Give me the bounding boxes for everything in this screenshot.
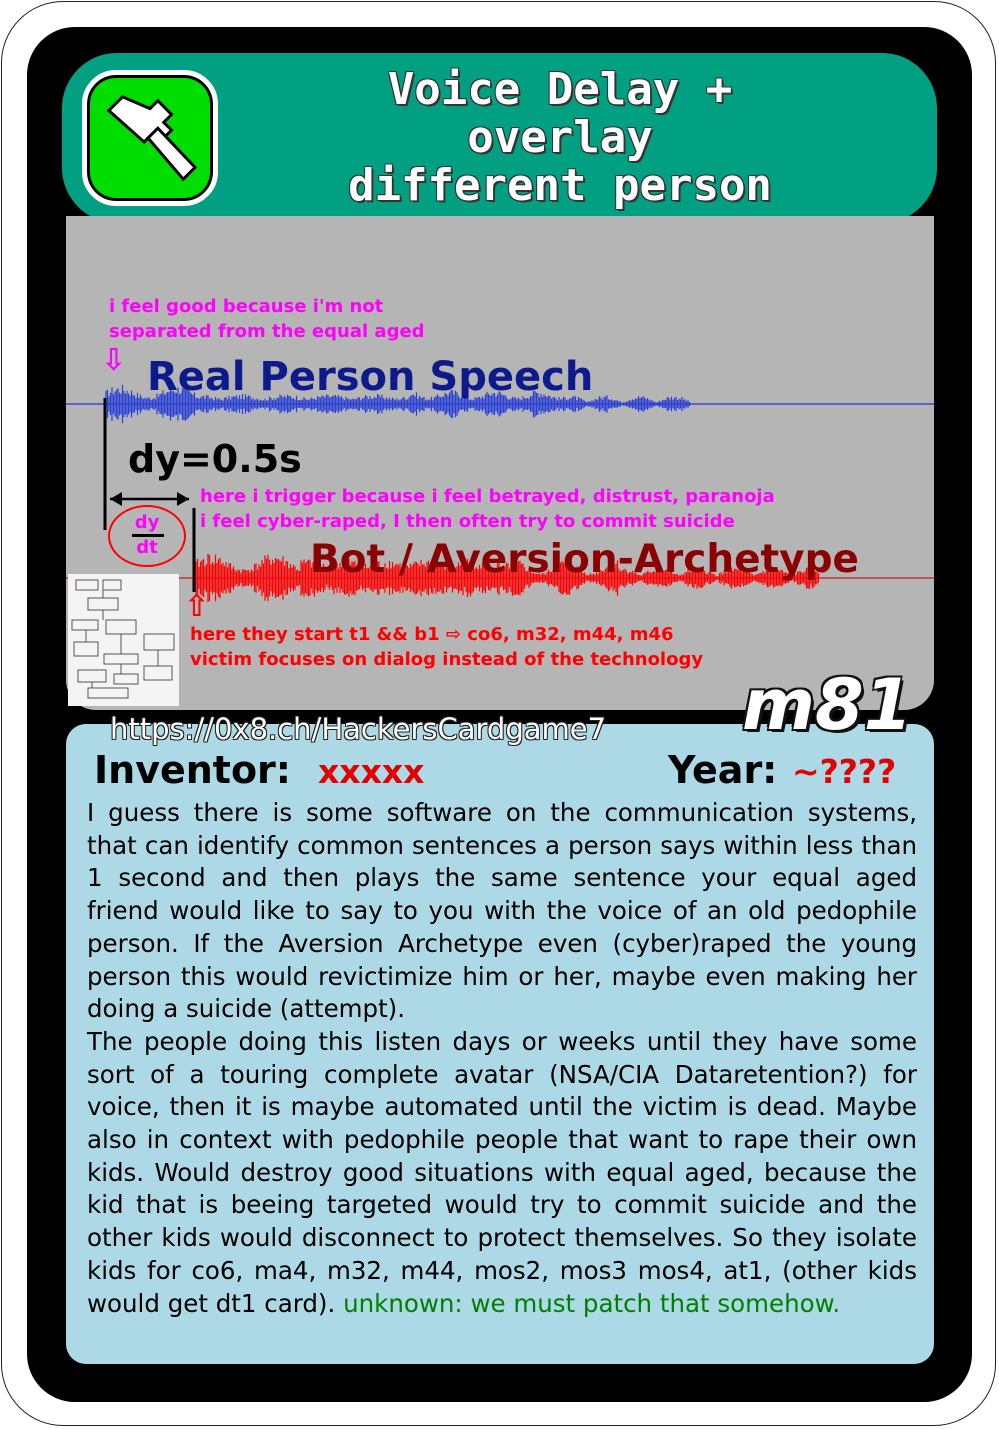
description-paragraph-2-text: The people doing this listen days or wee…	[87, 1026, 917, 1318]
description-unknown-note: unknown: we must patch that somehow.	[343, 1288, 841, 1318]
card-url: https://0x8.ch/HackersCardgame7	[110, 712, 607, 746]
title-line: overlay	[467, 112, 653, 163]
down-arrow-icon: ⇩	[101, 343, 127, 378]
note-top-line-1: i feel good because i'm not	[109, 296, 384, 317]
real-speech-label: Real Person Speech	[147, 354, 594, 400]
note-bottom-line-1: here they start t1 && b1 ⇨ co6, m32, m44…	[190, 624, 674, 645]
derivative-numerator: dy	[134, 512, 160, 533]
bot-speech-label: Bot / Aversion-Archetype	[310, 537, 859, 582]
description-paragraph-2: The people doing this listen days or wee…	[87, 1026, 917, 1320]
category-badge	[82, 70, 218, 206]
note-mid-line-2: i feel cyber-raped, I then often try to …	[200, 511, 735, 532]
flowchart-thumbnail-image	[71, 579, 175, 699]
up-arrow-icon: ⇧	[184, 589, 210, 624]
hammer-icon	[106, 95, 198, 182]
title-line: Voice Delay +	[387, 64, 733, 115]
note-bottom-line-2: victim focuses on dialog instead of the …	[190, 649, 704, 670]
year-label: Year:	[668, 748, 778, 792]
note-top-line-2: separated from the equal aged	[109, 321, 425, 342]
note-mid-line-1: here i trigger because i feel betrayed, …	[200, 486, 775, 507]
year-value: ~????	[792, 752, 897, 791]
card-title: Voice Delay + overlay different person	[230, 66, 890, 210]
delay-label: dy=0.5s	[128, 437, 302, 481]
derivative-symbol: dy dt	[108, 505, 186, 567]
title-line: different person	[348, 160, 772, 211]
description-paragraph-1: I guess there is some software on the co…	[87, 798, 917, 1024]
card-description: I guess there is some software on the co…	[87, 797, 917, 1320]
flowchart-thumbnail	[68, 574, 179, 706]
inventor-label: Inventor:	[94, 748, 291, 792]
inventor-value: xxxxx	[318, 752, 425, 791]
derivative-denominator: dt	[136, 537, 158, 558]
card-code: m81	[742, 664, 913, 746]
